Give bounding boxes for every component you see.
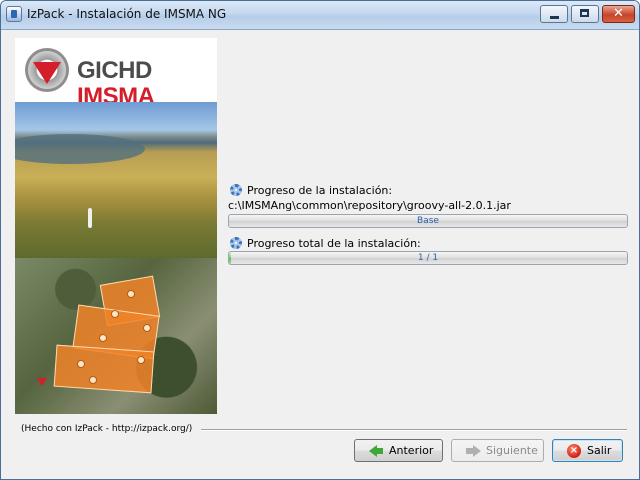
gear-icon: [230, 237, 242, 249]
current-file-label: c:\IMSMAng\common\repository\groovy-all-…: [228, 199, 511, 212]
exit-icon: ×: [567, 444, 581, 458]
title-bar[interactable]: IzPack - Instalación de IMSMA NG ✕: [1, 1, 639, 30]
made-with-izpack-label: (Hecho con IzPack - http://izpack.org/): [21, 424, 193, 434]
hazard-marker: [137, 356, 145, 364]
hazard-marker: [127, 290, 135, 298]
person-figure: [88, 208, 92, 228]
overall-progress-label: Progreso total de la instalación:: [247, 237, 421, 250]
pack-progress-bar: Base: [228, 214, 628, 228]
next-button[interactable]: Siguiente: [451, 439, 544, 462]
overall-progress-text: 1 / 1: [417, 253, 439, 263]
hazard-marker: [111, 310, 119, 318]
previous-button[interactable]: Anterior: [354, 439, 443, 462]
logo-triangle-icon: [33, 62, 61, 84]
maximize-button[interactable]: [571, 5, 599, 23]
landscape-photo: [15, 102, 217, 258]
arrow-right-icon: [473, 445, 481, 457]
pack-progress-label: Progreso de la instalación:: [247, 184, 393, 197]
hazard-marker: [143, 324, 151, 332]
close-button[interactable]: ✕: [602, 5, 635, 23]
pack-progress-text: Base: [417, 216, 439, 226]
side-image-panel: GICHD IMSMA: [15, 38, 217, 414]
hazard-marker: [99, 334, 107, 342]
maximize-icon: [580, 9, 589, 17]
overall-progress-bar: 1 / 1: [228, 251, 628, 265]
close-icon: ✕: [613, 6, 624, 21]
hazard-marker: [89, 376, 97, 384]
minimize-button[interactable]: [540, 5, 568, 23]
hazard-marker: [77, 360, 85, 368]
window-title: IzPack - Instalación de IMSMA NG: [27, 7, 227, 21]
exit-button[interactable]: × Salir: [552, 439, 623, 462]
aerial-map-photo: [15, 258, 217, 414]
footer-separator: [201, 429, 627, 431]
minimize-icon: [550, 16, 559, 19]
izpack-app-icon[interactable]: [6, 6, 22, 22]
installer-window: IzPack - Instalación de IMSMA NG ✕ GICHD…: [0, 0, 640, 480]
gear-icon: [230, 184, 242, 196]
gichd-imsma-logo: GICHD IMSMA: [15, 38, 217, 110]
warning-triangle-icon: [37, 378, 47, 386]
